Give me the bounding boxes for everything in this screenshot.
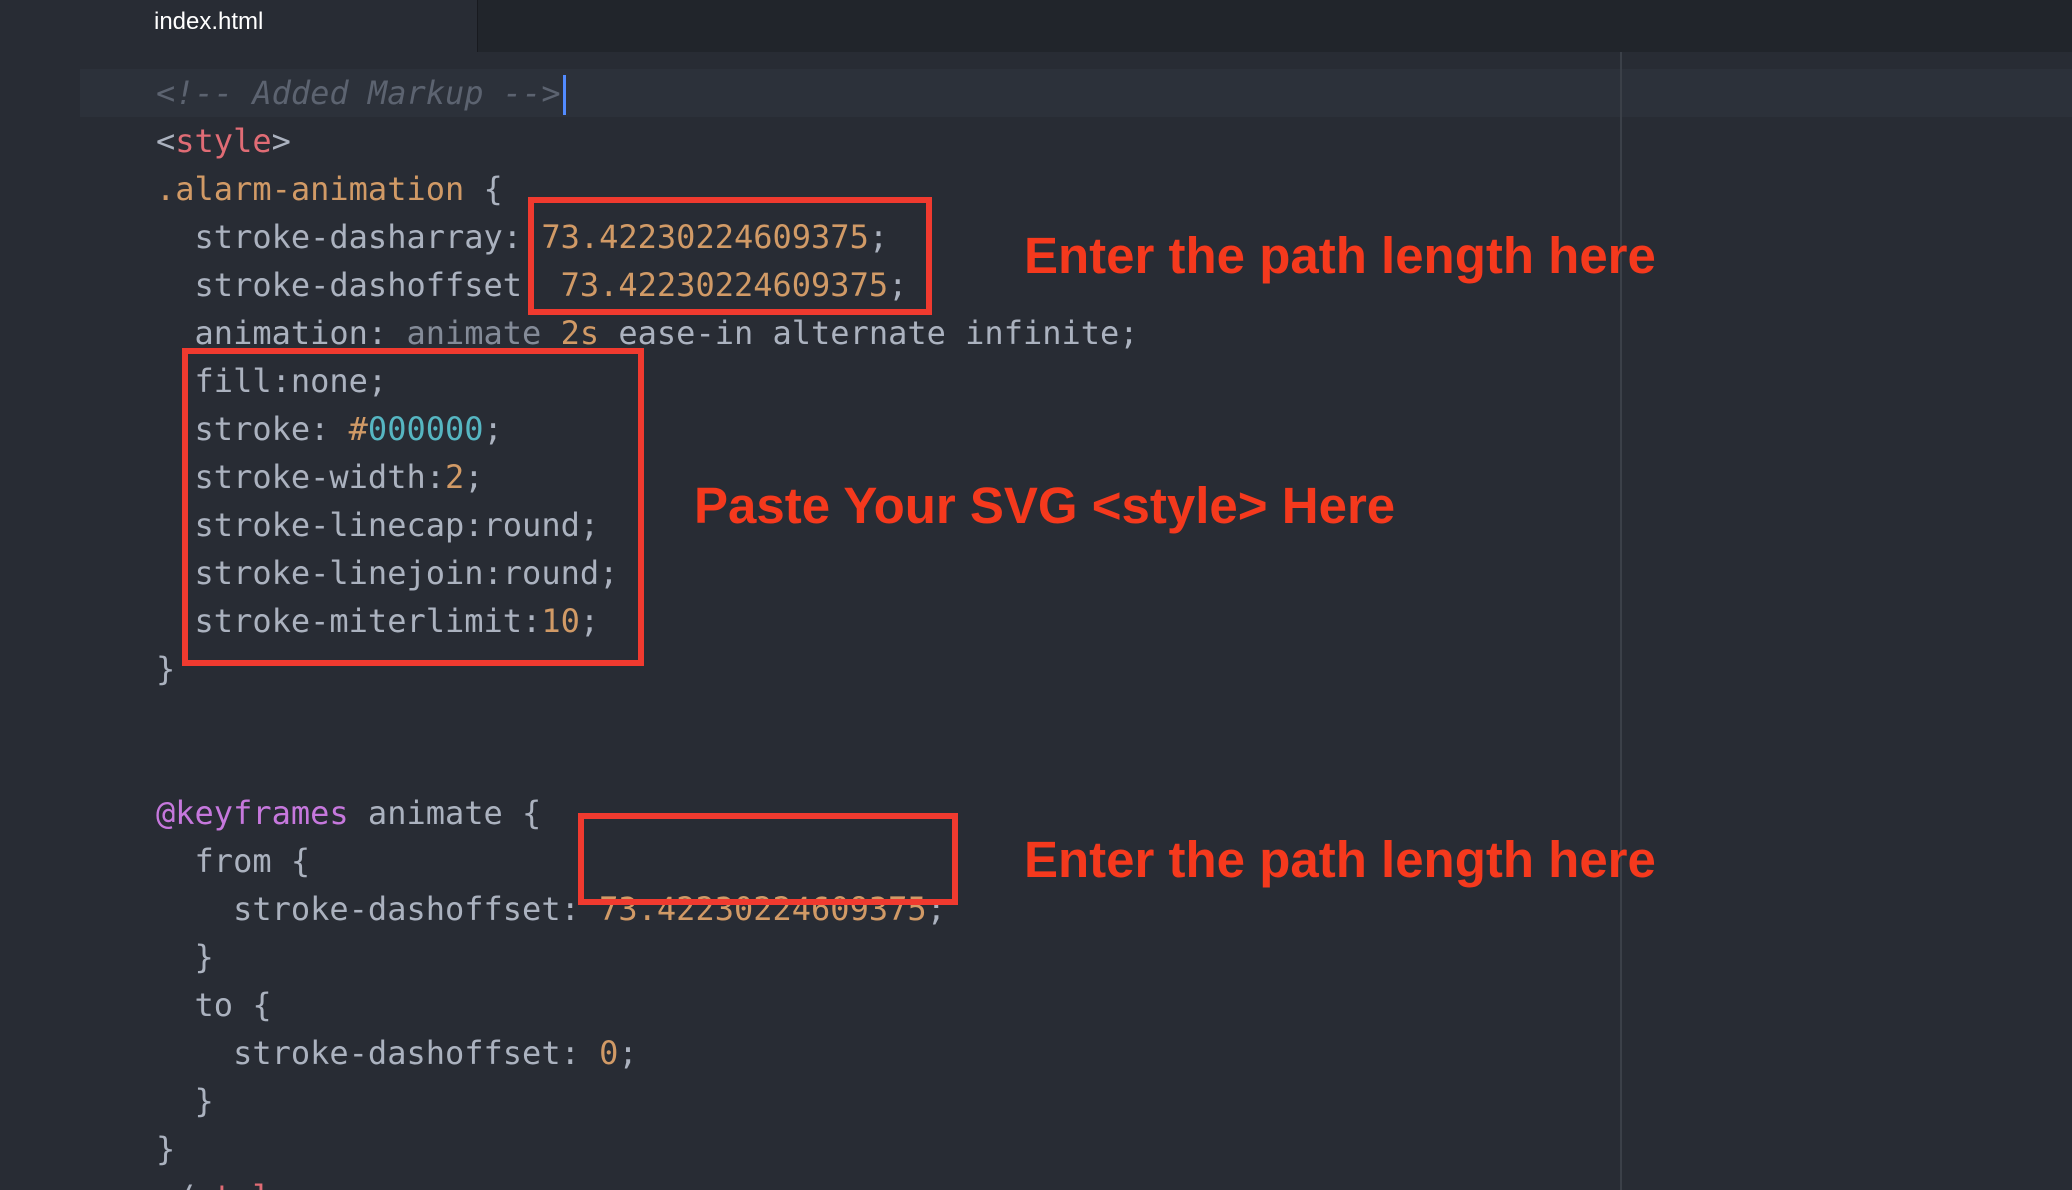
semicolon: ; [618,1034,638,1072]
code-line-from[interactable]: from { [156,837,311,885]
style-tag: style [195,1178,291,1190]
prop-from-dashoffset: stroke-dashoffset: [233,890,600,928]
code-line-to-dashoffset[interactable]: stroke-dashoffset: 0; [156,1029,638,1077]
code-line-keyframes[interactable]: @keyframes animate { [156,789,541,837]
brace-close: } [194,1082,214,1120]
callout-path-length-top: Enter the path length here [1024,227,1656,284]
text-cursor [562,75,566,115]
animation-duration: 2s [560,314,600,352]
code-line-from-close[interactable]: } [156,933,214,981]
code-line-comment[interactable]: <!-- Added Markup --> [156,69,566,117]
animation-rest: ease-in alternate infinite; [599,314,1139,352]
value-to-dashoffset: 0 [599,1034,619,1072]
prop-to-dashoffset: stroke-dashoffset: [233,1034,600,1072]
brace-close: } [194,938,214,976]
brace-open: { [464,170,503,208]
angle-close: > [271,122,291,160]
tab-divider [477,0,478,52]
code-line-keyframes-close[interactable]: } [156,1125,175,1173]
callout-path-length-bottom: Enter the path length here [1024,831,1656,888]
wrap-guide [1620,52,1622,1190]
code-line-style-close[interactable]: </style> [156,1173,310,1190]
keyframes-name: animate { [348,794,542,832]
angle-open: < [156,122,176,160]
tab-bar: index.html [0,0,2072,52]
code-line-rule-close[interactable]: } [156,645,175,693]
highlight-box-path-length-bottom [578,813,958,905]
keyframe-to: to { [194,986,272,1024]
style-tag: style [175,122,272,160]
brace-close: } [156,1130,176,1168]
prop-dashoffset: stroke-dashoffset [194,266,561,304]
css-selector: .alarm-animation [156,170,465,208]
callout-svg-style: Paste Your SVG <style> Here [694,477,1396,534]
code-line-style-open[interactable]: <style> [156,117,291,165]
angle-close: > [291,1178,310,1190]
angle-open-slash: </ [156,1178,195,1190]
prop-dasharray: stroke-dasharray: [194,218,542,256]
prop-animation: animation: [194,314,407,352]
tab-index-html[interactable]: index.html [0,0,477,52]
code-line-to[interactable]: to { [156,981,272,1029]
at-rule-keyframes: @keyframes [156,794,349,832]
highlight-box-svg-style [182,348,644,666]
highlight-box-path-length-top [528,197,932,315]
brace-close: } [156,650,176,688]
animation-name: animate [406,314,561,352]
code-line-selector[interactable]: .alarm-animation { [156,165,503,213]
html-comment: <!-- Added Markup --> [156,74,561,112]
code-line-to-close[interactable]: } [156,1077,214,1125]
keyframe-from: from { [194,842,311,880]
tab-label: index.html [154,8,264,35]
